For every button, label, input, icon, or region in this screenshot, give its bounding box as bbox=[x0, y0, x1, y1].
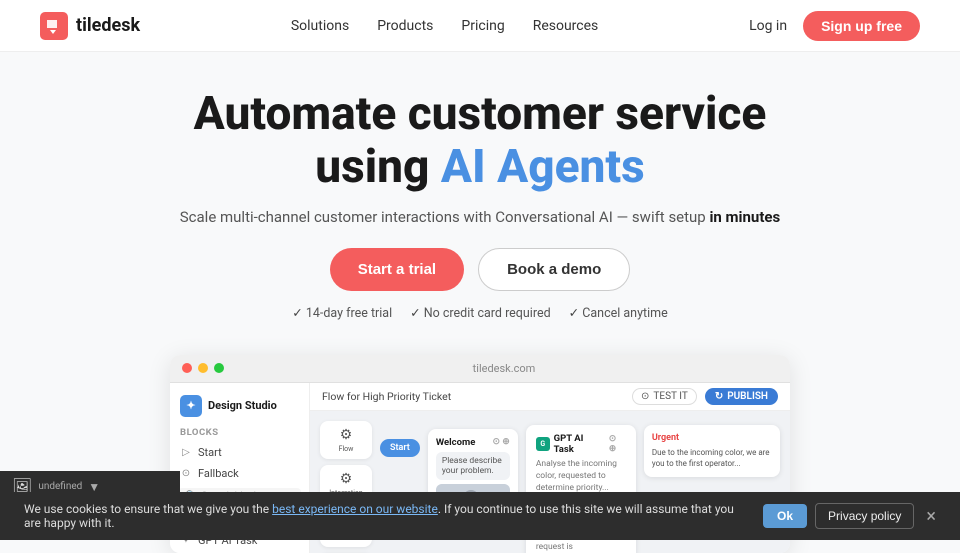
sidebar-header: ✦ Design Studio bbox=[170, 391, 309, 425]
nav-products[interactable]: Products bbox=[377, 18, 433, 34]
hero-headline: Automate customer service using AI Agent… bbox=[20, 88, 940, 194]
trust-cancel: Cancel anytime bbox=[569, 305, 668, 321]
sidebar-item-start[interactable]: ▷ Start bbox=[170, 442, 309, 463]
nav-resources[interactable]: Resources bbox=[533, 18, 599, 34]
cookie-close-icon[interactable]: × bbox=[926, 506, 936, 527]
preview-titlebar: tiledesk.com bbox=[170, 355, 790, 383]
urgent-title: Urgent bbox=[652, 433, 772, 443]
welcome-title: Welcome ⊙ ⊕ bbox=[436, 437, 510, 448]
brand-name: tiledesk bbox=[76, 15, 140, 36]
refresh-icon: ↻ bbox=[715, 391, 723, 402]
sidebar-item-urgent[interactable]: ⚡ Urgent bbox=[170, 551, 309, 553]
gpt-title-row: G GPT AI Task bbox=[536, 433, 605, 455]
cookie-actions: Ok Privacy policy bbox=[763, 503, 914, 529]
status-label: undefined bbox=[38, 481, 82, 492]
navbar: tiledesk Solutions Products Pricing Reso… bbox=[0, 0, 960, 52]
start-node[interactable]: Start bbox=[380, 439, 420, 457]
cookie-banner: We use cookies to ensure that we give yo… bbox=[0, 492, 960, 540]
login-button[interactable]: Log in bbox=[749, 18, 787, 34]
blocks-section-label: Blocks bbox=[170, 425, 309, 442]
design-studio-icon: ✦ bbox=[180, 395, 202, 417]
gpt-card-header: G GPT AI Task ⊙ ⊕ bbox=[536, 433, 626, 455]
hero-trust: 14-day free trial No credit card require… bbox=[20, 305, 940, 321]
cookie-privacy-button[interactable]: Privacy policy bbox=[815, 503, 914, 529]
cookie-text: We use cookies to ensure that we give yo… bbox=[24, 502, 747, 530]
signup-button[interactable]: Sign up free bbox=[803, 11, 920, 41]
start-icon: ▷ bbox=[180, 446, 192, 458]
urgent-text: Due to the incoming color, we are you to… bbox=[652, 447, 772, 469]
gpt-icon: G bbox=[536, 437, 550, 451]
hero-subtext: Scale multi-channel customer interaction… bbox=[20, 208, 940, 226]
welcome-bubble: Please describe your problem. bbox=[436, 452, 510, 480]
fallback-icon: ⊙ bbox=[180, 467, 192, 479]
integration-icon: ⚙ bbox=[328, 471, 364, 487]
trial-button[interactable]: Start a trial bbox=[330, 248, 464, 291]
trust-trial: 14-day free trial bbox=[292, 305, 392, 321]
hero-buttons: Start a trial Book a demo bbox=[20, 248, 940, 291]
flow-title: Flow for High Priority Ticket bbox=[322, 390, 451, 403]
nav-pricing[interactable]: Pricing bbox=[461, 18, 504, 34]
nav-solutions[interactable]: Solutions bbox=[291, 18, 349, 34]
sidebar-title: Design Studio bbox=[208, 399, 277, 412]
urgent-card: Urgent Due to the incoming color, we are… bbox=[644, 425, 780, 477]
trust-card: No credit card required bbox=[410, 305, 551, 321]
nav-right: Log in Sign up free bbox=[749, 11, 920, 41]
cookie-ok-button[interactable]: Ok bbox=[763, 504, 807, 528]
demo-button[interactable]: Book a demo bbox=[478, 248, 630, 291]
url-bar: tiledesk.com bbox=[230, 362, 778, 375]
welcome-icons: ⊙ ⊕ bbox=[493, 437, 510, 447]
hero-section: Automate customer service using AI Agent… bbox=[0, 52, 960, 337]
publish-button[interactable]: ↻ PUBLISH bbox=[705, 388, 778, 405]
preview-topbar: Flow for High Priority Ticket ⊙ TEST IT … bbox=[310, 383, 790, 411]
topbar-right: ⊙ TEST IT ↻ PUBLISH bbox=[632, 388, 778, 405]
minimize-dot bbox=[198, 363, 208, 373]
logo-icon bbox=[40, 12, 68, 40]
nav-links: Solutions Products Pricing Resources bbox=[291, 18, 598, 34]
close-dot bbox=[182, 363, 192, 373]
logo[interactable]: tiledesk bbox=[40, 12, 140, 40]
flow-icon: ⚙ bbox=[328, 427, 364, 443]
sidebar-item-fallback[interactable]: ⊙ Fallback bbox=[170, 463, 309, 484]
cookie-policy-link[interactable]: best experience on our website bbox=[272, 502, 438, 516]
test-button[interactable]: ⊙ TEST IT bbox=[632, 388, 697, 405]
test-icon: ⊙ bbox=[641, 391, 649, 402]
hero-accent: AI Agents bbox=[441, 140, 645, 194]
fullscreen-dot bbox=[214, 363, 224, 373]
gpt-actions: ⊙ ⊕ bbox=[609, 434, 626, 454]
flow-node[interactable]: ⚙ Flow bbox=[320, 421, 372, 459]
